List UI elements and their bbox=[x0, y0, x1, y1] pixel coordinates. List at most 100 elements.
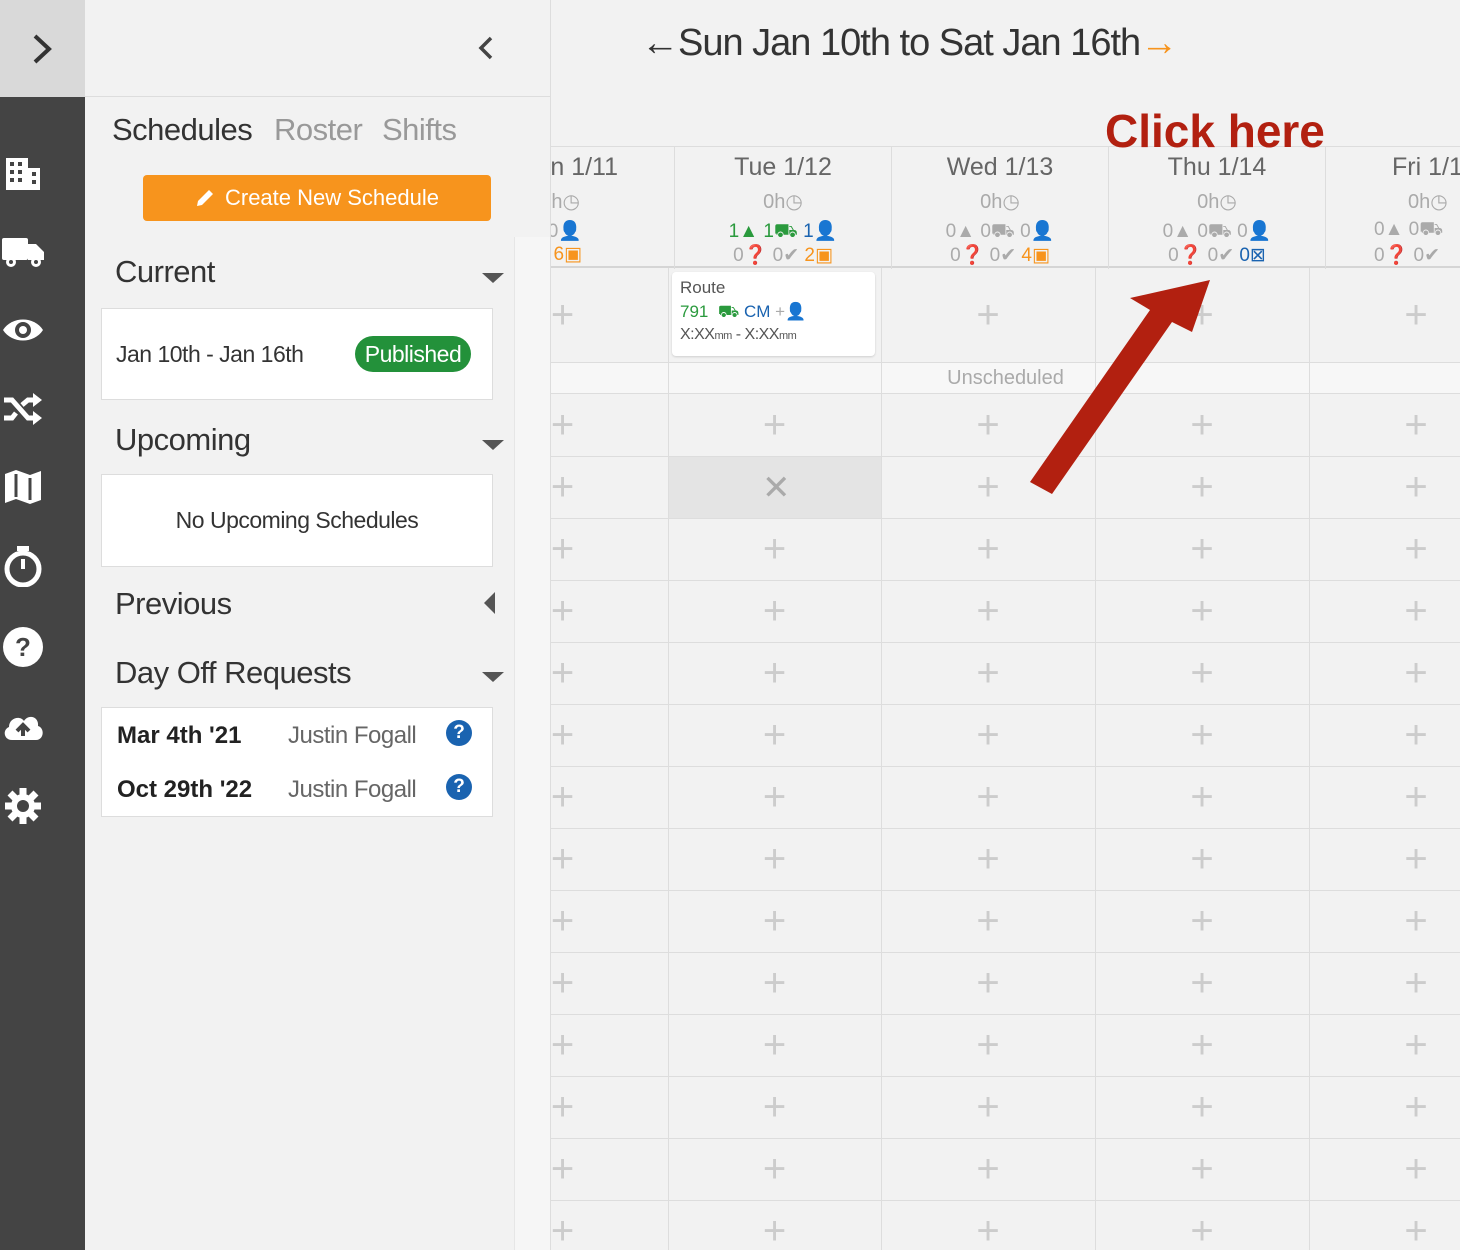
cloud-upload-icon[interactable] bbox=[2, 706, 44, 748]
add-shift-plus-icon[interactable]: + bbox=[974, 1211, 1002, 1250]
add-shift-plus-icon[interactable]: + bbox=[974, 777, 1002, 817]
expand-rail-button[interactable] bbox=[0, 0, 85, 97]
add-shift-plus-icon[interactable]: + bbox=[1402, 1211, 1430, 1250]
add-shift-plus-icon[interactable]: + bbox=[551, 777, 577, 817]
add-shift-plus-icon[interactable]: + bbox=[1188, 839, 1216, 879]
section-previous-title[interactable]: Previous bbox=[115, 586, 232, 622]
add-shift-plus-icon[interactable]: + bbox=[1402, 295, 1430, 335]
create-new-schedule-button[interactable]: Create New Schedule bbox=[143, 175, 491, 221]
collapse-panel-button[interactable] bbox=[471, 28, 501, 68]
add-shift-plus-icon[interactable]: + bbox=[1402, 1149, 1430, 1189]
truck-icon[interactable] bbox=[2, 230, 44, 272]
add-shift-plus-icon[interactable]: + bbox=[1188, 591, 1216, 631]
current-caret-down-icon[interactable] bbox=[482, 273, 504, 283]
gear-icon[interactable] bbox=[2, 785, 44, 827]
add-shift-plus-icon[interactable]: + bbox=[551, 1211, 577, 1250]
add-shift-plus-icon[interactable]: + bbox=[761, 839, 789, 879]
previous-week-arrow-icon[interactable]: ← bbox=[641, 22, 679, 64]
add-shift-plus-icon[interactable]: + bbox=[761, 777, 789, 817]
day-off-caret-down-icon[interactable] bbox=[482, 672, 504, 682]
day-off-request-row[interactable]: Mar 4th '21 Justin Fogall ? bbox=[102, 716, 494, 756]
day-header-mon[interactable]: n 1/11 0h◷ 0⛟ 0👤 0✔ 6▣ bbox=[551, 147, 674, 269]
add-shift-plus-icon[interactable]: + bbox=[761, 1087, 789, 1127]
tab-schedules[interactable]: Schedules bbox=[112, 112, 253, 148]
add-shift-plus-icon[interactable]: + bbox=[551, 963, 577, 1003]
section-day-off-title[interactable]: Day Off Requests bbox=[115, 655, 352, 691]
add-shift-plus-icon[interactable]: + bbox=[761, 653, 789, 693]
add-shift-plus-icon[interactable]: + bbox=[1402, 653, 1430, 693]
add-shift-plus-icon[interactable]: + bbox=[761, 1025, 789, 1065]
add-shift-plus-icon[interactable]: + bbox=[974, 529, 1002, 569]
add-shift-plus-icon[interactable]: + bbox=[551, 1025, 577, 1065]
add-shift-plus-icon[interactable]: + bbox=[974, 467, 1002, 507]
add-shift-plus-icon[interactable]: + bbox=[1402, 591, 1430, 631]
section-current-title[interactable]: Current bbox=[115, 254, 215, 290]
add-shift-plus-icon[interactable]: + bbox=[551, 529, 577, 569]
tab-shifts[interactable]: Shifts bbox=[382, 112, 457, 148]
map-icon[interactable] bbox=[2, 466, 44, 508]
add-shift-plus-icon[interactable]: + bbox=[761, 901, 789, 941]
add-shift-plus-icon[interactable]: + bbox=[1188, 777, 1216, 817]
day-off-request-row[interactable]: Oct 29th '22 Justin Fogall ? bbox=[102, 770, 494, 810]
add-shift-plus-icon[interactable]: + bbox=[1402, 467, 1430, 507]
add-shift-plus-icon[interactable]: + bbox=[761, 529, 789, 569]
add-shift-plus-icon[interactable]: + bbox=[1188, 1025, 1216, 1065]
shuffle-icon[interactable] bbox=[2, 388, 44, 430]
next-week-arrow-icon[interactable]: → bbox=[1140, 22, 1178, 64]
add-shift-plus-icon[interactable]: + bbox=[1188, 1087, 1216, 1127]
add-shift-plus-icon[interactable]: + bbox=[974, 1087, 1002, 1127]
tab-roster[interactable]: Roster bbox=[274, 112, 363, 148]
day-header-thu[interactable]: Thu 1/14 0h◷ 0▲ 0⛟ 0👤 0❓ 0✔ 0⊠ bbox=[1108, 147, 1325, 269]
add-shift-plus-icon[interactable]: + bbox=[1188, 1149, 1216, 1189]
add-shift-plus-icon[interactable]: + bbox=[551, 405, 577, 445]
add-shift-plus-icon[interactable]: + bbox=[551, 591, 577, 631]
add-shift-plus-icon[interactable]: + bbox=[551, 1149, 577, 1189]
add-shift-plus-icon[interactable]: + bbox=[974, 839, 1002, 879]
add-shift-plus-icon[interactable]: + bbox=[551, 467, 577, 507]
add-shift-plus-icon[interactable]: + bbox=[551, 839, 577, 879]
add-shift-plus-icon[interactable]: + bbox=[761, 1149, 789, 1189]
add-shift-plus-icon[interactable]: + bbox=[761, 715, 789, 755]
add-shift-plus-icon[interactable]: + bbox=[1188, 963, 1216, 1003]
add-shift-plus-icon[interactable]: + bbox=[974, 653, 1002, 693]
add-shift-plus-icon[interactable]: + bbox=[974, 295, 1002, 335]
section-upcoming-title[interactable]: Upcoming bbox=[115, 422, 251, 458]
add-shift-plus-icon[interactable]: + bbox=[1402, 405, 1430, 445]
add-shift-plus-icon[interactable]: + bbox=[1402, 1025, 1430, 1065]
question-icon[interactable]: ? bbox=[2, 626, 44, 668]
add-shift-plus-icon[interactable]: + bbox=[1188, 529, 1216, 569]
add-shift-plus-icon[interactable]: + bbox=[1402, 901, 1430, 941]
day-header-fri[interactable]: Fri 1/1 0h◷ 0▲ 0⛟ 0❓ 0✔ bbox=[1325, 147, 1460, 269]
day-header-tue[interactable]: Tue 1/12 0h◷ 1▲ 1⛟ 1👤 0❓ 0✔ 2▣ bbox=[674, 147, 891, 269]
add-shift-plus-icon[interactable]: + bbox=[551, 715, 577, 755]
current-schedule-card[interactable]: Jan 10th - Jan 16th Published bbox=[101, 308, 493, 400]
add-shift-plus-icon[interactable]: + bbox=[761, 591, 789, 631]
add-shift-plus-icon[interactable]: + bbox=[974, 901, 1002, 941]
add-shift-plus-icon[interactable]: + bbox=[974, 1149, 1002, 1189]
add-shift-plus-icon[interactable]: + bbox=[1402, 529, 1430, 569]
previous-caret-left-icon[interactable] bbox=[484, 592, 495, 614]
eye-icon[interactable] bbox=[2, 309, 44, 351]
add-shift-plus-icon[interactable]: + bbox=[1402, 715, 1430, 755]
add-shift-plus-icon[interactable]: + bbox=[974, 591, 1002, 631]
add-shift-plus-icon[interactable]: + bbox=[551, 1087, 577, 1127]
add-shift-plus-icon[interactable]: + bbox=[974, 405, 1002, 445]
request-status-question-icon[interactable]: ? bbox=[446, 774, 472, 800]
add-shift-plus-icon[interactable]: + bbox=[1402, 777, 1430, 817]
panel-scrollbar-track[interactable] bbox=[514, 237, 550, 1250]
building-icon[interactable] bbox=[2, 152, 44, 194]
stopwatch-icon[interactable] bbox=[2, 545, 44, 588]
add-shift-plus-icon[interactable]: + bbox=[761, 405, 789, 445]
add-person-icon[interactable]: +👤 bbox=[775, 302, 806, 321]
add-shift-plus-icon[interactable]: + bbox=[1188, 653, 1216, 693]
add-shift-plus-icon[interactable]: + bbox=[551, 653, 577, 693]
add-shift-plus-icon[interactable]: + bbox=[974, 715, 1002, 755]
add-shift-plus-icon[interactable]: + bbox=[974, 963, 1002, 1003]
add-shift-plus-icon[interactable]: + bbox=[1402, 963, 1430, 1003]
add-shift-plus-icon[interactable]: + bbox=[551, 295, 577, 335]
add-shift-plus-icon[interactable]: + bbox=[1188, 901, 1216, 941]
request-status-question-icon[interactable]: ? bbox=[446, 720, 472, 746]
add-shift-plus-icon[interactable]: + bbox=[761, 1211, 789, 1250]
route-card[interactable]: Route 791 ⛟ CM +👤 X:XXmm - X:XXmm bbox=[672, 272, 875, 356]
add-shift-plus-icon[interactable]: + bbox=[1402, 839, 1430, 879]
